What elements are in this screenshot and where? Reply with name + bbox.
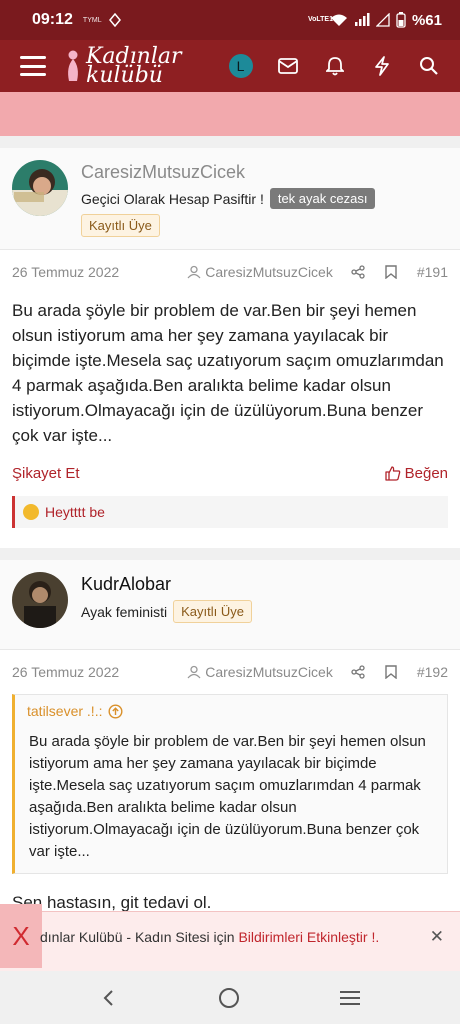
user-block: KudrAlobar Ayak feministi Kayıtlı Üye bbox=[0, 560, 460, 650]
user-avatar[interactable] bbox=[12, 572, 68, 628]
wifi-icon bbox=[330, 14, 347, 26]
alerts-button[interactable] bbox=[311, 46, 358, 86]
site-logo[interactable]: Kadınlar kulübü bbox=[64, 46, 182, 87]
share-icon[interactable] bbox=[351, 665, 365, 679]
post-number[interactable]: #192 bbox=[417, 664, 448, 680]
user-block: CaresizMutsuzCicek Geçici Olarak Hesap P… bbox=[0, 148, 460, 250]
post-192: KudrAlobar Ayak feministi Kayıtlı Üye 26… bbox=[0, 560, 460, 912]
bolt-icon bbox=[374, 56, 389, 76]
role-badge: Kayıtlı Üye bbox=[173, 600, 252, 623]
battery-level: %61 bbox=[411, 11, 442, 29]
top-navbar: Kadınlar kulübü L bbox=[0, 40, 460, 92]
dismiss-button[interactable]: ✕ bbox=[430, 927, 444, 947]
post-author-name: CaresizMutsuzCicek bbox=[205, 664, 333, 680]
report-link[interactable]: Şikayet Et bbox=[12, 465, 80, 482]
status-bar: 09:12 TYML VoLTE1 %61 bbox=[0, 0, 460, 40]
messages-button[interactable] bbox=[264, 46, 311, 86]
post-body: Bu arada şöyle bir problem de var.Ben bi… bbox=[12, 301, 444, 445]
home-icon[interactable] bbox=[218, 987, 240, 1009]
post-author[interactable]: CaresizMutsuzCicek bbox=[187, 264, 333, 280]
header-banner bbox=[0, 92, 460, 136]
post-meta: 26 Temmuz 2022 CaresizMutsuzCicek #192 bbox=[0, 650, 460, 694]
account-button[interactable]: L bbox=[217, 46, 264, 86]
push-notification-banner: X dınlar Kulübü - Kadın Sitesi için Bild… bbox=[0, 904, 460, 971]
notification-text: dınlar Kulübü - Kadın Sitesi için bbox=[40, 929, 239, 945]
quote-header[interactable]: tatilsever .!.: bbox=[15, 695, 447, 727]
arrow-up-circle-icon bbox=[108, 703, 123, 719]
reaction-user: Heytttt be bbox=[45, 504, 105, 520]
quote-block: tatilsever .!.: Bu arada şöyle bir probl… bbox=[12, 694, 448, 874]
whats-new-button[interactable] bbox=[358, 46, 405, 86]
location-icon bbox=[108, 13, 121, 27]
system-navigation-bar bbox=[0, 972, 460, 1024]
battery-icon bbox=[396, 12, 406, 28]
post-date[interactable]: 26 Temmuz 2022 bbox=[12, 664, 119, 680]
recents-icon[interactable] bbox=[339, 989, 361, 1007]
user-title: Geçici Olarak Hesap Pasiftir ! bbox=[81, 190, 264, 207]
menu-icon[interactable] bbox=[20, 56, 46, 76]
post-number[interactable]: #191 bbox=[417, 264, 448, 280]
post-author-name: CaresizMutsuzCicek bbox=[205, 264, 333, 280]
post-meta: 26 Temmuz 2022 CaresizMutsuzCicek #191 bbox=[0, 250, 460, 294]
like-label: Beğen bbox=[404, 464, 448, 482]
status-time: 09:12 bbox=[32, 11, 73, 28]
post-username[interactable]: CaresizMutsuzCicek bbox=[81, 162, 245, 183]
signal-icon bbox=[354, 13, 370, 26]
enable-notifications-link[interactable]: Bildirimleri Etkinleştir !. bbox=[238, 929, 379, 945]
quote-text: Bu arada şöyle bir problem de var.Ben bi… bbox=[29, 733, 426, 860]
signal2-icon bbox=[375, 13, 390, 27]
user-icon bbox=[187, 265, 201, 279]
quote-author: tatilsever .!.: bbox=[27, 703, 103, 719]
thumbs-up-icon bbox=[384, 466, 400, 481]
carrier-label: TYML bbox=[82, 16, 102, 24]
post-body: Sen hastasın, git tedavi ol. bbox=[12, 893, 212, 912]
role-badge: Kayıtlı Üye bbox=[81, 214, 160, 237]
search-button[interactable] bbox=[405, 46, 452, 86]
like-button[interactable]: Beğen bbox=[384, 464, 448, 482]
logo-mark-icon bbox=[68, 50, 78, 81]
envelope-icon bbox=[277, 58, 298, 74]
back-icon[interactable] bbox=[99, 988, 119, 1008]
bookmark-icon[interactable] bbox=[385, 665, 397, 679]
user-icon bbox=[187, 665, 201, 679]
laugh-emoji-icon bbox=[23, 504, 39, 520]
user-banner-badge: tek ayak cezası bbox=[269, 188, 376, 209]
user-title: Ayak feministi bbox=[81, 603, 168, 620]
status-right: VoLTE1 %61 bbox=[308, 12, 442, 29]
bookmark-icon[interactable] bbox=[385, 265, 397, 279]
share-icon[interactable] bbox=[351, 265, 365, 279]
post-username[interactable]: KudrAlobar bbox=[81, 574, 171, 595]
post-author[interactable]: CaresizMutsuzCicek bbox=[187, 664, 333, 680]
user-avatar[interactable] bbox=[12, 160, 68, 216]
close-icon[interactable]: X bbox=[0, 904, 42, 968]
avatar: L bbox=[228, 54, 253, 78]
post-191: CaresizMutsuzCicek Geçici Olarak Hesap P… bbox=[0, 148, 460, 548]
bell-icon bbox=[325, 57, 344, 76]
post-date[interactable]: 26 Temmuz 2022 bbox=[12, 264, 119, 280]
volte-label: VoLTE1 bbox=[307, 16, 333, 23]
reaction-summary[interactable]: Heytttt be bbox=[12, 496, 448, 528]
search-icon bbox=[419, 57, 438, 75]
